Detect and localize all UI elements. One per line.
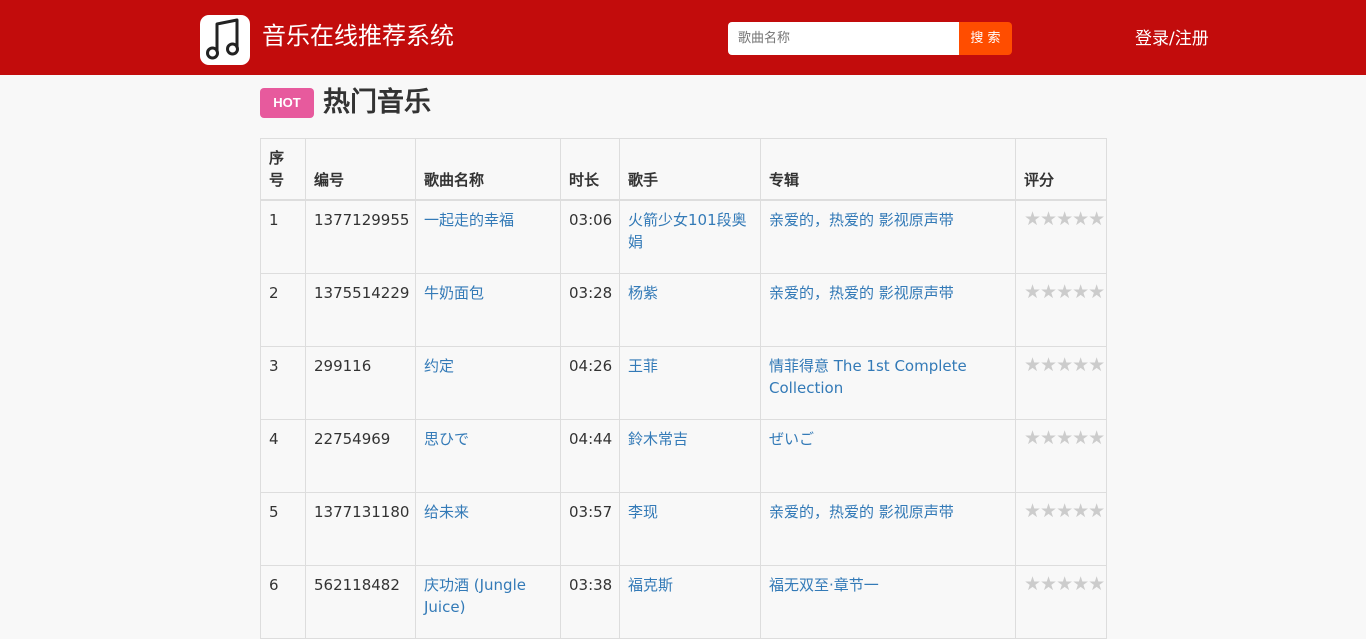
music-note-icon — [206, 18, 239, 60]
artist-link[interactable]: 鈴木常吉 — [628, 430, 688, 448]
song-link[interactable]: 思ひで — [424, 430, 469, 448]
col-duration-header: 时长 — [560, 138, 620, 201]
artist-link[interactable]: 王菲 — [628, 357, 658, 375]
table-row: 4 22754969 思ひで 04:44 鈴木常吉 ぜいご ★★★★★ — [260, 419, 1107, 493]
star-rating[interactable]: ★★★★★ — [1024, 205, 1105, 233]
app-title[interactable]: 音乐在线推荐系统 — [262, 18, 454, 54]
artist-link[interactable]: 杨紫 — [628, 284, 658, 302]
album-link[interactable]: 亲爱的，热爱的 影视原声带 — [769, 284, 954, 302]
song-duration: 03:38 — [560, 565, 620, 639]
search-button[interactable]: 搜 索 — [959, 22, 1012, 55]
song-id: 22754969 — [305, 419, 416, 493]
song-link[interactable]: 给未来 — [424, 503, 469, 521]
logo[interactable] — [200, 15, 250, 65]
col-album-header: 专辑 — [760, 138, 1016, 201]
search-input[interactable] — [728, 22, 959, 55]
artist-link[interactable]: 福克斯 — [628, 576, 673, 594]
table-row: 2 1375514229 牛奶面包 03:28 杨紫 亲爱的，热爱的 影视原声带… — [260, 273, 1107, 347]
song-id: 1375514229 — [305, 273, 416, 347]
col-index-header: 序号 — [260, 138, 306, 201]
star-rating[interactable]: ★★★★★ — [1024, 570, 1105, 598]
song-link[interactable]: 约定 — [424, 357, 454, 375]
login-link[interactable]: 登录 — [1135, 29, 1169, 49]
song-id: 1377131180 — [305, 492, 416, 566]
row-index: 1 — [260, 199, 306, 274]
album-link[interactable]: 亲爱的，热爱的 影视原声带 — [769, 503, 954, 521]
row-index: 3 — [260, 346, 306, 420]
auth-links: 登录/注册 — [1135, 26, 1209, 52]
register-link[interactable]: 注册 — [1175, 29, 1209, 49]
artist-link[interactable]: 火箭少女101段奥娟 — [628, 211, 747, 251]
table-row: 3 299116 约定 04:26 王菲 情菲得意 The 1st Comple… — [260, 346, 1107, 420]
row-index: 4 — [260, 419, 306, 493]
table-header-row: 序号 编号 歌曲名称 时长 歌手 专辑 评分 — [260, 138, 1107, 201]
artist-link[interactable]: 李现 — [628, 503, 658, 521]
row-index: 2 — [260, 273, 306, 347]
song-id: 562118482 — [305, 565, 416, 639]
col-artist-header: 歌手 — [619, 138, 761, 201]
album-link[interactable]: 福无双至·章节一 — [769, 576, 879, 594]
star-rating[interactable]: ★★★★★ — [1024, 424, 1105, 452]
album-link[interactable]: ぜいご — [769, 430, 814, 448]
star-rating[interactable]: ★★★★★ — [1024, 351, 1105, 379]
table-row: 6 562118482 庆功酒 (Jungle Juice) 03:38 福克斯… — [260, 565, 1107, 639]
col-id-header: 编号 — [305, 138, 416, 201]
song-duration: 03:06 — [560, 199, 620, 274]
song-id: 1377129955 — [305, 199, 416, 274]
star-rating[interactable]: ★★★★★ — [1024, 278, 1105, 306]
album-link[interactable]: 情菲得意 The 1st Complete Collection — [769, 357, 967, 397]
col-song-header: 歌曲名称 — [415, 138, 561, 201]
song-link[interactable]: 一起走的幸福 — [424, 211, 514, 229]
song-id: 299116 — [305, 346, 416, 420]
hot-badge: HOT — [260, 88, 314, 118]
star-rating[interactable]: ★★★★★ — [1024, 497, 1105, 525]
col-rating-header: 评分 — [1015, 138, 1107, 201]
song-link[interactable]: 庆功酒 (Jungle Juice) — [424, 576, 526, 616]
song-duration: 03:28 — [560, 273, 620, 347]
row-index: 5 — [260, 492, 306, 566]
song-link[interactable]: 牛奶面包 — [424, 284, 484, 302]
row-index: 6 — [260, 565, 306, 639]
section-title: 热门音乐 — [323, 87, 431, 118]
song-duration: 04:44 — [560, 419, 620, 493]
top-navbar: 音乐在线推荐系统 搜 索 登录/注册 — [0, 0, 1366, 75]
album-link[interactable]: 亲爱的，热爱的 影视原声带 — [769, 211, 954, 229]
song-duration: 04:26 — [560, 346, 620, 420]
hot-music-table: 序号 编号 歌曲名称 时长 歌手 专辑 评分 1 1377129955 一起走的… — [260, 138, 1107, 639]
table-row: 5 1377131180 给未来 03:57 李现 亲爱的，热爱的 影视原声带 … — [260, 492, 1107, 566]
table-row: 1 1377129955 一起走的幸福 03:06 火箭少女101段奥娟 亲爱的… — [260, 199, 1107, 274]
song-duration: 03:57 — [560, 492, 620, 566]
